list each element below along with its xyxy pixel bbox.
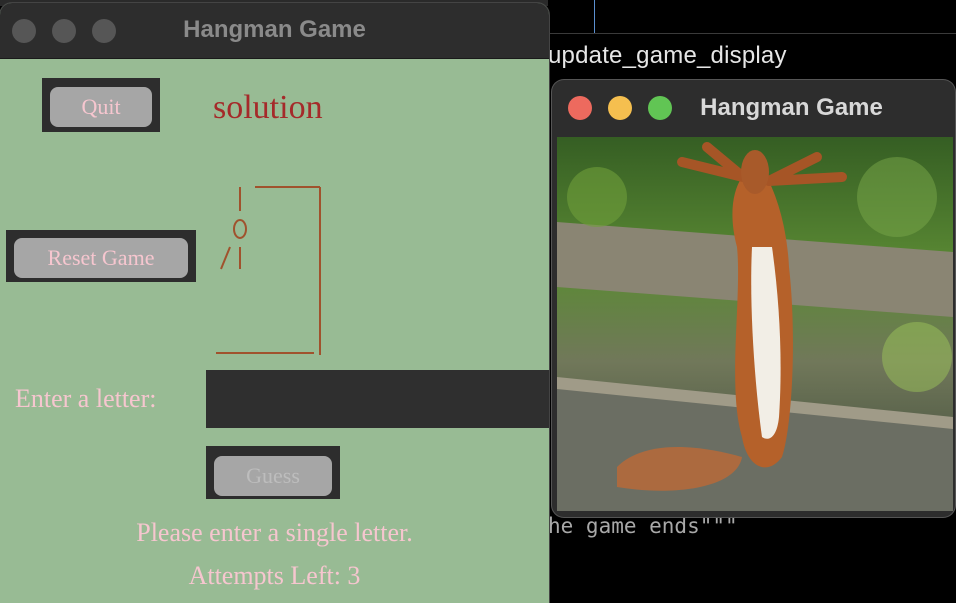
quit-button[interactable]: Quit <box>50 87 152 127</box>
solution-label: solution <box>213 89 323 126</box>
attempts-left: Attempts Left: 3 <box>188 561 361 590</box>
background-divider <box>594 0 595 33</box>
hangman-main-window: Hangman Game Quit solution Reset Game En… <box>0 3 549 603</box>
enter-letter-label: Enter a letter: <box>15 384 157 413</box>
squirrel-photo <box>557 137 953 511</box>
background-code-line: update_game_display <box>548 42 787 69</box>
hangman-drawing <box>216 186 321 355</box>
title-bar: Hangman Game <box>0 3 549 59</box>
reset-game-button[interactable]: Reset Game <box>14 238 188 278</box>
guess-button[interactable]: Guess <box>214 456 332 496</box>
status-message: Please enter a single letter. <box>136 518 413 547</box>
hangman-left-arm <box>220 246 231 270</box>
background-code-line: he game ends""" <box>548 514 738 538</box>
title-bar: Hangman Game <box>552 80 955 137</box>
hangman-head <box>233 219 247 239</box>
window-title: Hangman Game <box>700 94 883 121</box>
letter-input[interactable] <box>206 370 549 428</box>
window-title: Hangman Game <box>183 16 366 43</box>
hangman-image-window: Hangman Game <box>552 80 955 517</box>
squirrel-image <box>557 137 953 511</box>
background-rule <box>548 33 956 34</box>
